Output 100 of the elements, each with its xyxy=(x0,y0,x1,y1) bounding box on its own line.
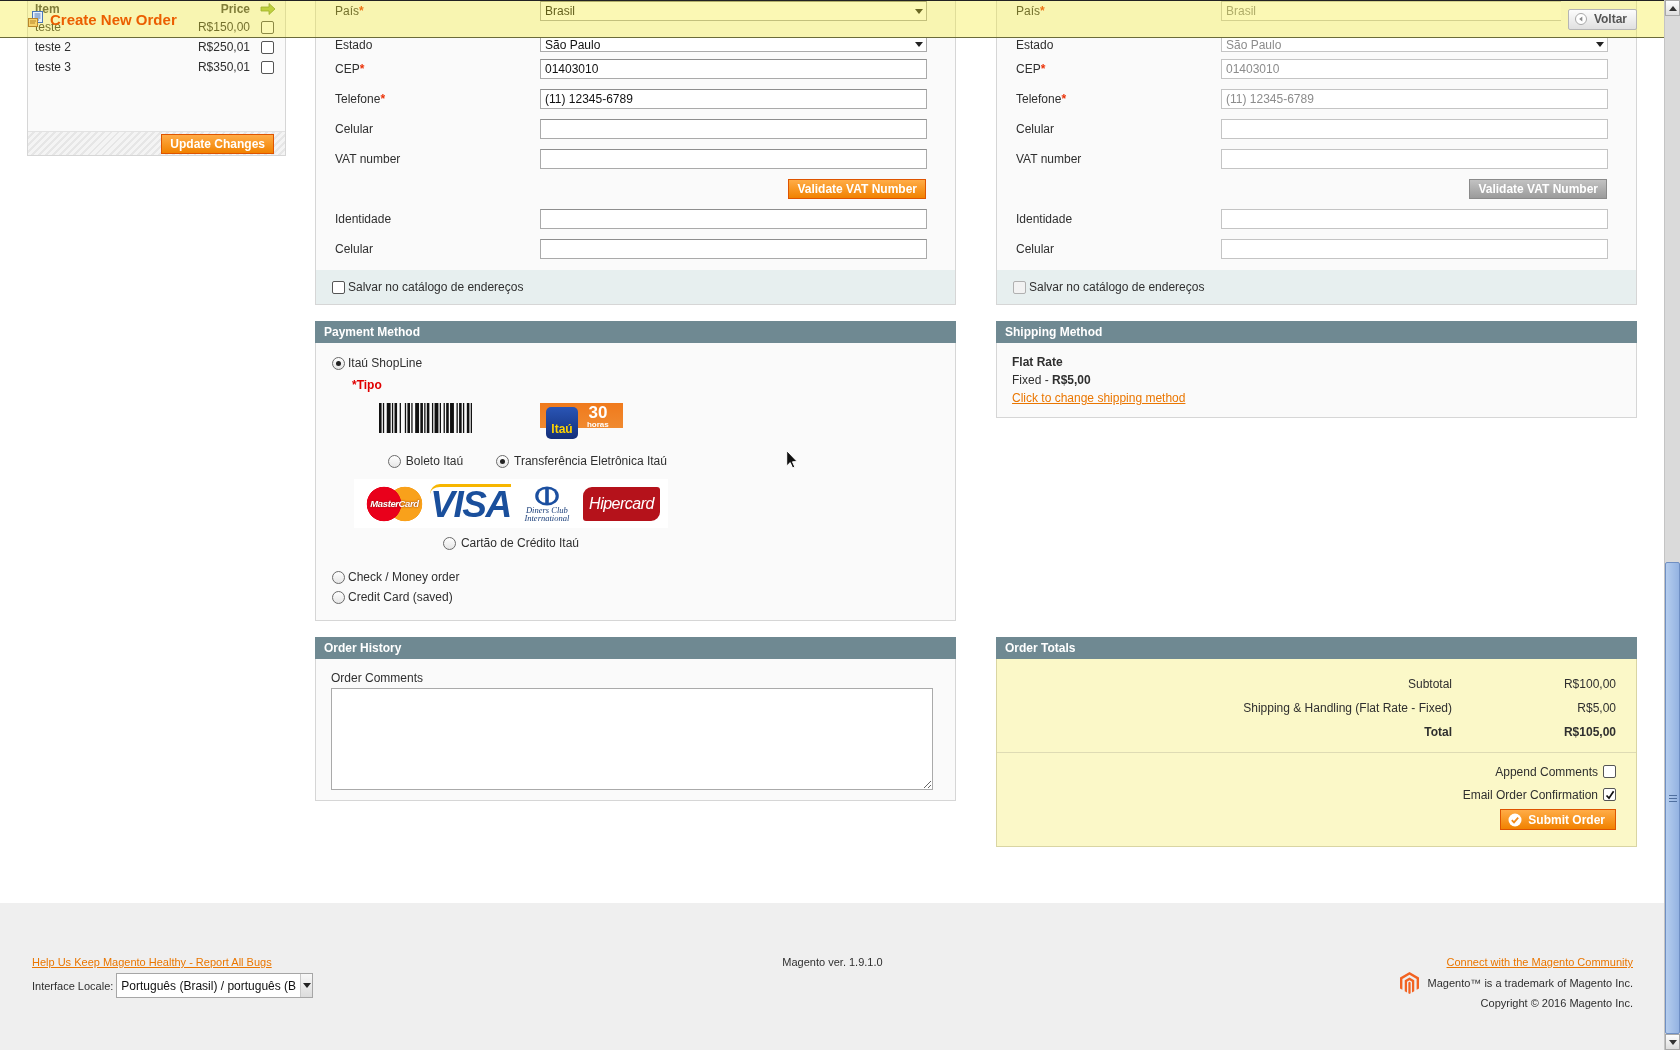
checkbox[interactable] xyxy=(1603,788,1616,801)
field-label: Celular xyxy=(1016,122,1055,136)
mouse-pointer-icon xyxy=(786,450,798,469)
logo-number: 30 xyxy=(588,405,608,421)
item-price: R$150,00 xyxy=(197,20,250,34)
total-value: R$5,00 xyxy=(1576,701,1616,715)
item-name: teste 2 xyxy=(34,40,73,54)
radio-button[interactable] xyxy=(442,536,456,550)
logo-caption: horas xyxy=(587,421,609,429)
scrollbar-thumb[interactable] xyxy=(1665,562,1680,1034)
field-label: Identidade xyxy=(335,212,393,226)
locale-label: Interface Locale: xyxy=(32,979,114,992)
field-label: Identidade xyxy=(1016,212,1074,226)
radio-button[interactable] xyxy=(496,454,509,468)
section-header: Order Totals xyxy=(996,637,1637,659)
validate-vat-button[interactable]: Validate VAT Number xyxy=(788,179,926,199)
update-changes-button[interactable]: Update Changes xyxy=(161,133,274,154)
logo-icon xyxy=(1399,971,1419,994)
change-shipping-link[interactable]: Click to change shipping method xyxy=(1012,389,1186,407)
card-logo-text: Diners Club International xyxy=(523,505,571,522)
field-label: País* xyxy=(335,3,365,20)
radio-label: Itaú ShopLine xyxy=(348,356,423,370)
caret-icon xyxy=(1596,42,1604,47)
version-text: Magento ver. 1.9.1.0 xyxy=(782,956,883,968)
item-price: R$350,01 xyxy=(197,60,250,74)
field-label: Celular xyxy=(335,122,374,136)
checkbox[interactable] xyxy=(261,20,274,34)
field-label: Estado xyxy=(335,38,374,52)
radio-label: Check / Money order xyxy=(348,570,460,584)
emblem-icon xyxy=(533,485,560,506)
field-label: Telefone* xyxy=(335,92,387,106)
dropdown-field[interactable]: Brasil xyxy=(540,1,927,21)
locale-dropdown[interactable]: Português (Brasil) / português (B xyxy=(116,973,314,998)
card-logo: Hipercard xyxy=(583,486,660,521)
submit-order-button[interactable]: Submit Order xyxy=(1500,809,1616,830)
section-header: Shipping Method xyxy=(996,321,1637,343)
radio-button[interactable] xyxy=(332,356,345,370)
checkbox[interactable] xyxy=(332,280,345,294)
checkbox[interactable] xyxy=(1603,765,1616,778)
report-bugs-link[interactable]: Help Us Keep Magento Healthy - Report All Bugs xyxy=(32,953,272,971)
input-field[interactable]: 01403010 xyxy=(540,59,927,79)
input-field[interactable] xyxy=(540,239,927,259)
input-field[interactable] xyxy=(540,119,927,139)
checkbox[interactable] xyxy=(261,60,274,74)
community-link[interactable]: Connect with the Magento Community xyxy=(1446,953,1633,971)
radio-button[interactable] xyxy=(387,454,401,468)
total-label: Shipping & Handling (Flat Rate - Fixed) xyxy=(1243,701,1452,715)
dropdown-field[interactable]: São Paulo xyxy=(540,38,927,52)
down-arrow-icon xyxy=(1668,1039,1677,1045)
checkbox-label: Salvar no catálogo de endereços xyxy=(1029,280,1205,294)
checkbox-label: Email Order Confirmation xyxy=(1462,787,1598,802)
radio-button[interactable] xyxy=(332,570,345,584)
field-label: VAT number xyxy=(1016,152,1083,166)
caret-icon xyxy=(915,8,923,14)
field-label: Order Comments xyxy=(331,670,424,687)
trademark-text: Magento™ is a trademark of Magento Inc. xyxy=(1427,976,1633,989)
item-price: R$250,01 xyxy=(197,40,250,54)
field-label: CEP* xyxy=(335,62,366,76)
checkbox-label: Append Comments xyxy=(1495,764,1598,779)
total-value: R$100,00 xyxy=(1562,677,1616,691)
check-circle-icon xyxy=(1508,812,1523,827)
field-label: País* xyxy=(1016,3,1046,20)
scroll-down-button[interactable] xyxy=(1665,1034,1680,1050)
radio-label: Transferência Eletrônica Itaú xyxy=(514,454,667,468)
field-label: Telefone* xyxy=(1016,92,1068,106)
radio-button[interactable] xyxy=(332,590,345,604)
carrier-name: Flat Rate xyxy=(1012,354,1063,371)
column-header: Price xyxy=(220,1,250,16)
field-label: VAT number xyxy=(335,152,402,166)
checkbox[interactable] xyxy=(261,40,274,54)
field-label: *Tipo xyxy=(352,377,382,394)
barcode-icon xyxy=(379,403,472,433)
radio-label: Cartão de Crédito Itaú xyxy=(460,536,580,550)
shipping-rate-text: Fixed - R$5,00 xyxy=(1012,372,1091,389)
scroll-up-button[interactable] xyxy=(1665,0,1680,16)
scrollbar[interactable] xyxy=(1664,0,1680,1050)
order-comments-field[interactable] xyxy=(331,688,933,790)
checkmark-icon xyxy=(1604,789,1615,800)
caret-icon xyxy=(302,983,311,988)
total-value: R$105,00 xyxy=(1562,725,1616,739)
input-field[interactable]: (11) 12345-6789 xyxy=(540,89,927,109)
total-label: Total xyxy=(1424,725,1452,739)
arrow-icon[interactable] xyxy=(259,2,276,15)
total-label: Subtotal xyxy=(1407,677,1452,691)
input-field[interactable] xyxy=(540,209,927,229)
up-arrow-icon xyxy=(1668,5,1677,11)
input-field[interactable] xyxy=(540,149,927,169)
item-name: teste 3 xyxy=(34,60,73,74)
logo-badge: Itaú xyxy=(546,407,578,439)
field-label: CEP* xyxy=(1016,62,1047,76)
field-label: Celular xyxy=(335,242,374,256)
checkbox-label: Salvar no catálogo de endereços xyxy=(348,280,524,294)
section-header: Order History xyxy=(315,637,956,659)
radio-label: Credit Card (saved) xyxy=(348,590,453,604)
grip-icon xyxy=(1668,794,1677,802)
field-label: Estado xyxy=(1016,38,1055,52)
radio-label: Boleto Itaú xyxy=(405,454,464,468)
copyright-text: Copyright © 2016 Magento Inc. xyxy=(1480,996,1633,1011)
card-logo: VISA xyxy=(430,484,511,523)
field-label: Celular xyxy=(1016,242,1055,256)
